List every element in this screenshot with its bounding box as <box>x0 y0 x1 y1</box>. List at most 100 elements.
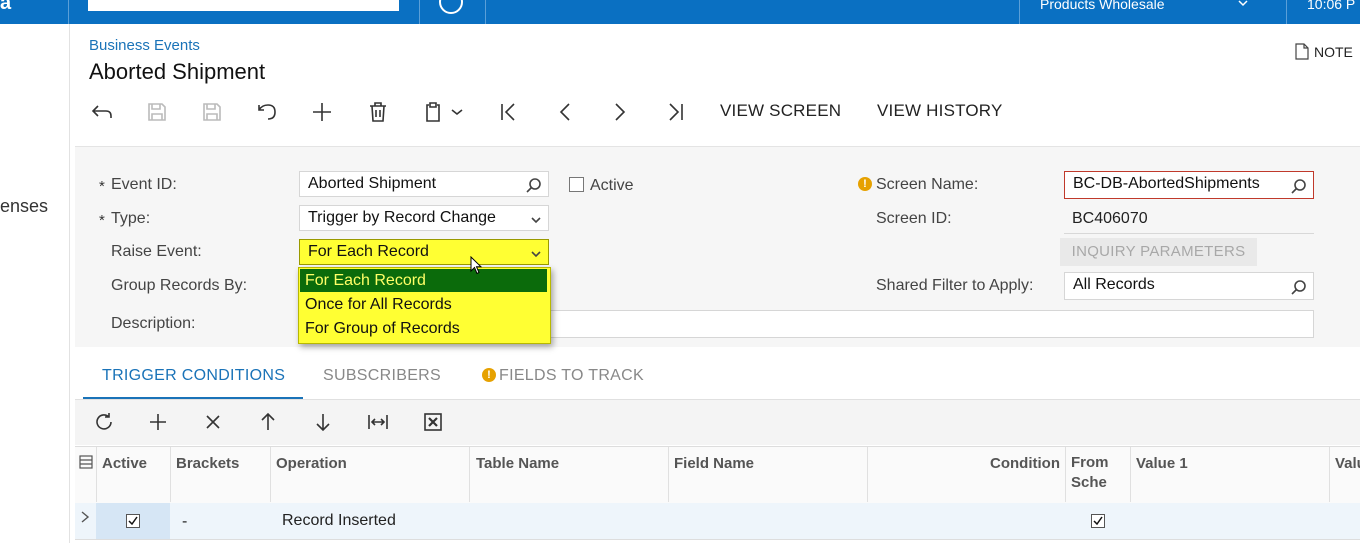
search-icon[interactable] <box>1291 178 1307 198</box>
close-icon <box>206 415 220 429</box>
notes-button[interactable]: NOTE <box>1295 43 1353 60</box>
chevron-down-icon[interactable] <box>1238 0 1248 10</box>
add-button[interactable] <box>310 100 334 124</box>
dropdown-option-once-for-all-records[interactable]: Once for All Records <box>300 293 547 316</box>
next-record-button[interactable] <box>608 100 632 124</box>
view-screen-button[interactable]: VIEW SCREEN <box>720 101 841 121</box>
row-expand-icon[interactable] <box>80 510 90 529</box>
nav-item-label[interactable]: enses <box>0 196 48 217</box>
back-button[interactable] <box>90 100 114 124</box>
last-icon <box>669 103 683 121</box>
first-record-button[interactable] <box>497 100 521 124</box>
search-icon[interactable] <box>526 177 542 196</box>
topbar-divider <box>1286 0 1287 24</box>
column-header-value1[interactable]: Value 1 <box>1136 455 1188 472</box>
refresh-button[interactable] <box>92 410 116 434</box>
export-excel-button[interactable] <box>421 410 445 434</box>
description-label: Description: <box>111 315 196 332</box>
column-separator <box>270 447 271 502</box>
global-search-input[interactable] <box>88 0 399 11</box>
column-separator <box>469 447 470 502</box>
active-checkbox[interactable] <box>569 177 584 192</box>
type-value: Trigger by Record Change <box>308 209 496 226</box>
column-separator <box>867 447 868 502</box>
table-row[interactable] <box>75 503 1360 540</box>
delete-row-button[interactable] <box>201 410 225 434</box>
dropdown-option-for-group-of-records[interactable]: For Group of Records <box>300 317 547 340</box>
group-records-label: Group Records By: <box>111 277 248 294</box>
app-logo[interactable]: a <box>0 0 11 15</box>
fit-width-icon <box>368 415 388 429</box>
column-header-brackets[interactable]: Brackets <box>176 455 239 472</box>
raise-event-dropdown-list: For Each Record Once for All Records For… <box>298 267 551 344</box>
undo-arrow-icon <box>91 105 112 118</box>
inquiry-parameters-button[interactable]: INQUIRY PARAMETERS <box>1060 238 1257 266</box>
column-separator <box>1329 447 1330 502</box>
active-tab-indicator <box>83 397 303 399</box>
notes-label: NOTE <box>1314 44 1353 60</box>
column-header-active[interactable]: Active <box>102 455 147 472</box>
revert-icon <box>258 104 276 120</box>
fit-columns-button[interactable] <box>366 410 390 434</box>
plus-icon <box>313 103 331 121</box>
raise-event-label: Raise Event: <box>111 243 202 260</box>
search-icon[interactable] <box>1291 279 1307 299</box>
shared-filter-value: All Records <box>1073 276 1155 293</box>
tab-subscribers[interactable]: SUBSCRIBERS <box>323 367 441 385</box>
delete-button[interactable] <box>366 100 390 124</box>
chevron-left-icon <box>559 103 570 121</box>
required-marker: * <box>99 212 105 229</box>
screen-id-label: Screen ID: <box>876 210 952 227</box>
breadcrumb[interactable]: Business Events <box>89 37 200 54</box>
column-header-condition[interactable]: Condition <box>990 455 1060 472</box>
row-from-schema-checkbox[interactable] <box>1091 514 1105 528</box>
type-select[interactable]: Trigger by Record Change <box>299 205 549 231</box>
divider <box>1064 233 1314 234</box>
page-title: Aborted Shipment <box>89 59 266 84</box>
move-up-button[interactable] <box>256 410 280 434</box>
raise-event-select[interactable]: For Each Record <box>299 239 549 265</box>
active-label: Active <box>590 177 634 194</box>
move-down-button[interactable] <box>311 410 335 434</box>
column-separator <box>170 447 171 502</box>
row-operation[interactable]: Record Inserted <box>282 512 396 530</box>
clock: 10:06 P <box>1307 0 1356 12</box>
event-id-value: Aborted Shipment <box>308 175 437 192</box>
last-record-button[interactable] <box>663 100 687 124</box>
raise-event-value: For Each Record <box>308 243 429 260</box>
column-header-value2[interactable]: Valu <box>1335 455 1360 472</box>
event-id-field[interactable]: Aborted Shipment <box>299 171 549 197</box>
view-history-button[interactable]: VIEW HISTORY <box>877 101 1003 121</box>
excel-icon <box>424 413 442 431</box>
column-header-from-schema[interactable]: From Sche <box>1071 453 1109 493</box>
cancel-button[interactable] <box>255 100 279 124</box>
tab-trigger-conditions[interactable]: TRIGGER CONDITIONS <box>102 367 285 385</box>
dropdown-option-for-each-record[interactable]: For Each Record <box>300 269 547 292</box>
column-header-table-name[interactable]: Table Name <box>476 455 559 472</box>
file-column-icon[interactable] <box>79 455 93 474</box>
topbar-divider <box>68 0 69 24</box>
screen-name-label: Screen Name: <box>876 176 979 193</box>
row-brackets[interactable]: - <box>182 513 187 531</box>
tab-fields-to-track[interactable]: FIELDS TO TRACK <box>499 367 644 385</box>
column-header-field-name[interactable]: Field Name <box>674 455 754 472</box>
first-icon <box>501 103 515 121</box>
screen-name-value: BC-DB-AbortedShipments <box>1073 175 1260 192</box>
warning-icon: ! <box>482 368 496 382</box>
screen-id-value: BC406070 <box>1072 210 1148 227</box>
column-separator <box>1065 447 1066 502</box>
column-header-operation[interactable]: Operation <box>276 455 347 472</box>
chevron-down-icon[interactable] <box>530 246 542 264</box>
chevron-down-icon[interactable] <box>530 212 542 230</box>
screen-name-field[interactable]: BC-DB-AbortedShipments <box>1064 171 1314 199</box>
previous-record-button[interactable] <box>553 100 577 124</box>
tenant-selector[interactable]: Products Wholesale <box>1040 0 1165 12</box>
save-button[interactable] <box>200 100 224 124</box>
arrow-down-icon <box>316 414 330 432</box>
add-row-button[interactable] <box>146 410 170 434</box>
row-active-checkbox[interactable] <box>126 514 140 528</box>
shared-filter-field[interactable]: All Records <box>1064 272 1314 300</box>
column-separator <box>96 447 97 502</box>
copy-paste-button[interactable] <box>420 100 468 124</box>
save-close-button[interactable] <box>145 100 169 124</box>
